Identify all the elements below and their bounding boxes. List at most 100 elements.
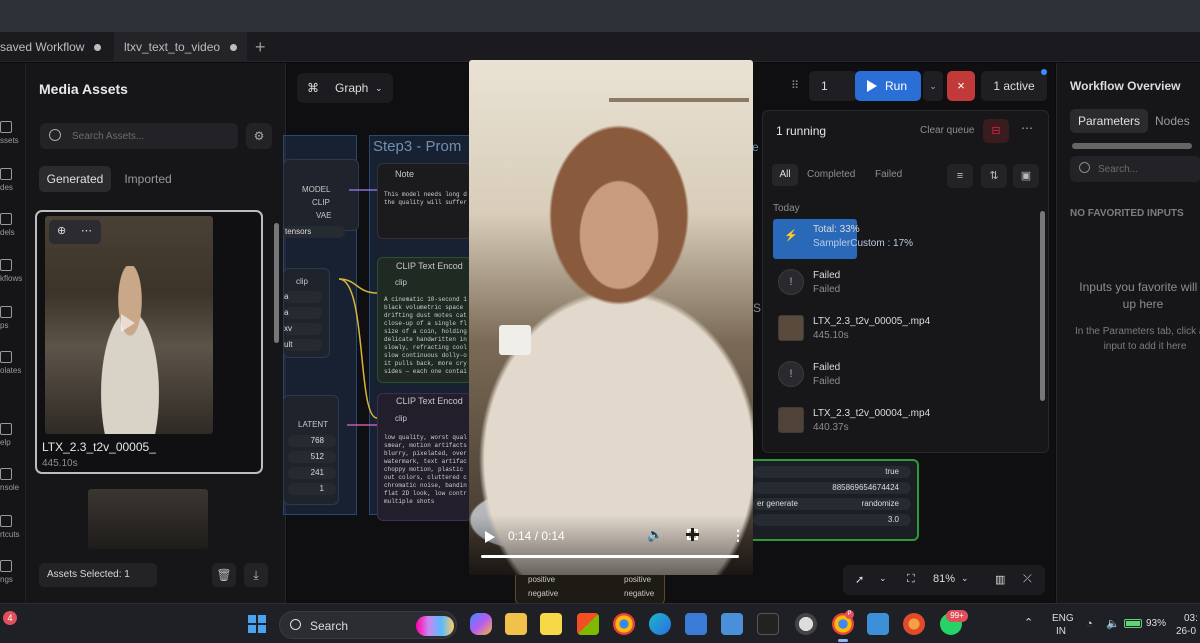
clock-date[interactable]: 26-0 [1176,626,1196,637]
sidebar-item-settings[interactable]: ngs [0,560,26,584]
filter-icon-button[interactable]: ≡ [947,164,973,188]
video-player[interactable]: 0:14 / 0:14 🔊 ⋮ [469,60,753,575]
asset-card-2[interactable] [88,489,208,549]
notification-badge[interactable]: 4 [3,611,17,625]
sticky-notes-icon[interactable] [540,613,562,635]
clock-time[interactable]: 03: [1184,613,1198,624]
seed-widget[interactable]: 885869654674424 [753,482,911,494]
sidebar-item-apps[interactable]: ps [0,306,26,330]
asset-card[interactable]: ⊕ ⋯ LTX_2.3_t2v_00005_ 445.10s [35,210,263,474]
tab-nodes[interactable]: Nodes [1155,109,1190,133]
zoom-icon[interactable]: ⊕ [57,224,66,237]
slot-negative[interactable]: negative [528,589,558,598]
search-input[interactable] [72,128,232,144]
taskbar-search[interactable]: Search [279,611,457,639]
drag-handle-icon[interactable]: ⠿ [791,79,799,92]
minimap-icon[interactable]: ▥ [995,573,1005,586]
edge-icon[interactable] [649,613,671,635]
zoom-level[interactable]: 81% [933,573,955,585]
store-icon[interactable] [577,613,599,635]
language-label[interactable]: ENG [1052,613,1074,624]
sidebar-item-assets[interactable]: ssets [0,121,26,145]
sidebar-rail: ssets des dels kflows ps olates elp nsol… [0,63,26,603]
scrollbar[interactable] [1072,143,1192,149]
select-tool-icon[interactable]: ➚ [855,573,864,586]
output-negative[interactable]: negative [624,589,654,598]
control-after-generate-widget[interactable]: er generate randomize [753,498,911,510]
obs-icon[interactable] [795,613,817,635]
interrupt-button[interactable]: × [947,71,975,101]
sidebar-item-help[interactable]: elp [0,423,26,447]
scrollbar[interactable] [1040,211,1045,401]
more-icon[interactable]: ⋯ [81,224,92,237]
queue-item-output[interactable]: LTX_2.3_t2v_00005_.mp4 445.10s [773,311,1038,351]
search-input[interactable] [1098,161,1198,177]
sampler-node[interactable]: true 885869654674424 er generate randomiz… [747,459,919,541]
clear-queue-button[interactable]: ⊟ [983,119,1009,143]
filter-all[interactable]: All [772,164,798,186]
cfg-widget[interactable]: 3.0 [753,514,911,526]
queue-item-failed[interactable]: ! Failed Failed [773,357,1038,397]
chrome-icon[interactable] [613,613,635,635]
notepad-icon[interactable] [867,613,889,635]
wifi-icon[interactable]: ◔ [1086,618,1093,630]
terminal-app-icon[interactable] [757,613,779,635]
chevron-down-icon[interactable]: ⌄ [879,573,887,584]
play-icon [867,80,877,92]
video-progress-bar[interactable] [481,555,739,558]
sidebar-item-shortcuts[interactable]: rtcuts [0,515,26,539]
start-button[interactable] [248,615,266,633]
new-tab-button[interactable]: + [255,32,266,62]
tab-saved-workflow[interactable]: saved Workflow [0,32,102,62]
chevron-down-icon[interactable]: ⌄ [961,573,969,584]
active-queue-button[interactable]: 1 active [981,71,1047,101]
sidebar-item-console[interactable]: nsole [0,468,26,492]
widget-value: 3.0 [887,515,899,524]
more-vertical-icon[interactable]: ⋮ [731,527,745,544]
media-assets-panel: Media Assets ⚙ Generated Imported ⊕ ⋯ LT… [26,63,286,603]
sidebar-item-nodes[interactable]: des [0,168,26,192]
claude-icon[interactable] [903,613,925,635]
clear-queue-label[interactable]: Clear queue [920,125,974,136]
filter-failed[interactable]: Failed [875,169,902,180]
batch-count-input[interactable]: 1 [809,71,857,101]
tab-generated[interactable]: Generated [39,166,111,192]
queue-item-running[interactable]: ⚡ Total: 33% SamplerCustom : 17% [773,219,1038,259]
fit-view-icon[interactable]: ⛶ [907,573,915,586]
queue-item-failed[interactable]: ! Failed Failed [773,265,1038,305]
sampler-widget[interactable]: true [753,466,911,478]
fullscreen-icon[interactable] [686,528,699,541]
calendar-icon[interactable] [685,613,707,635]
sidebar-item-models[interactable]: dels [0,213,26,237]
copilot-icon[interactable] [470,613,492,635]
delete-button[interactable]: 🗑 [212,563,236,587]
volume-icon[interactable]: 🔊 [647,527,663,543]
hide-links-icon[interactable]: ⤫ [1023,573,1032,586]
play-icon[interactable] [485,531,495,543]
filter-settings-button[interactable]: ⚙ [246,123,272,149]
battery-icon[interactable] [1124,619,1142,628]
tab-ltxv-text-to-video[interactable]: ltxv_text_to_video [114,32,248,62]
sort-icon-button[interactable]: ⇅ [981,164,1007,188]
volume-icon[interactable]: 🔈 [1106,617,1120,630]
download-button[interactable]: ⤓ [244,563,268,587]
gallery-icon-button[interactable]: ▣ [1013,164,1039,188]
more-icon[interactable]: ⋯ [1021,121,1033,135]
filter-completed[interactable]: Completed [807,169,855,180]
tab-parameters[interactable]: Parameters [1070,109,1148,133]
conditioning-node[interactable]: positive negative positive negative [515,571,665,605]
sidebar-item-templates[interactable]: olates [0,351,26,375]
slot-positive[interactable]: positive [528,575,555,584]
sidebar-item-workflows[interactable]: kflows [0,259,26,283]
remote-desktop-icon[interactable] [721,613,743,635]
chevron-up-icon[interactable]: ⌃ [1024,616,1033,629]
scrollbar[interactable] [274,223,279,343]
queue-item-output[interactable]: LTX_2.3_t2v_00004_.mp4 440.37s [773,403,1038,443]
file-explorer-icon[interactable] [505,613,527,635]
tab-imported[interactable]: Imported [118,166,178,192]
queue-item-sub: Failed [813,284,841,295]
run-button[interactable]: Run [855,71,921,101]
region-label[interactable]: IN [1056,626,1066,637]
run-mode-dropdown[interactable]: ⌄ [923,71,943,101]
output-positive[interactable]: positive [624,575,651,584]
